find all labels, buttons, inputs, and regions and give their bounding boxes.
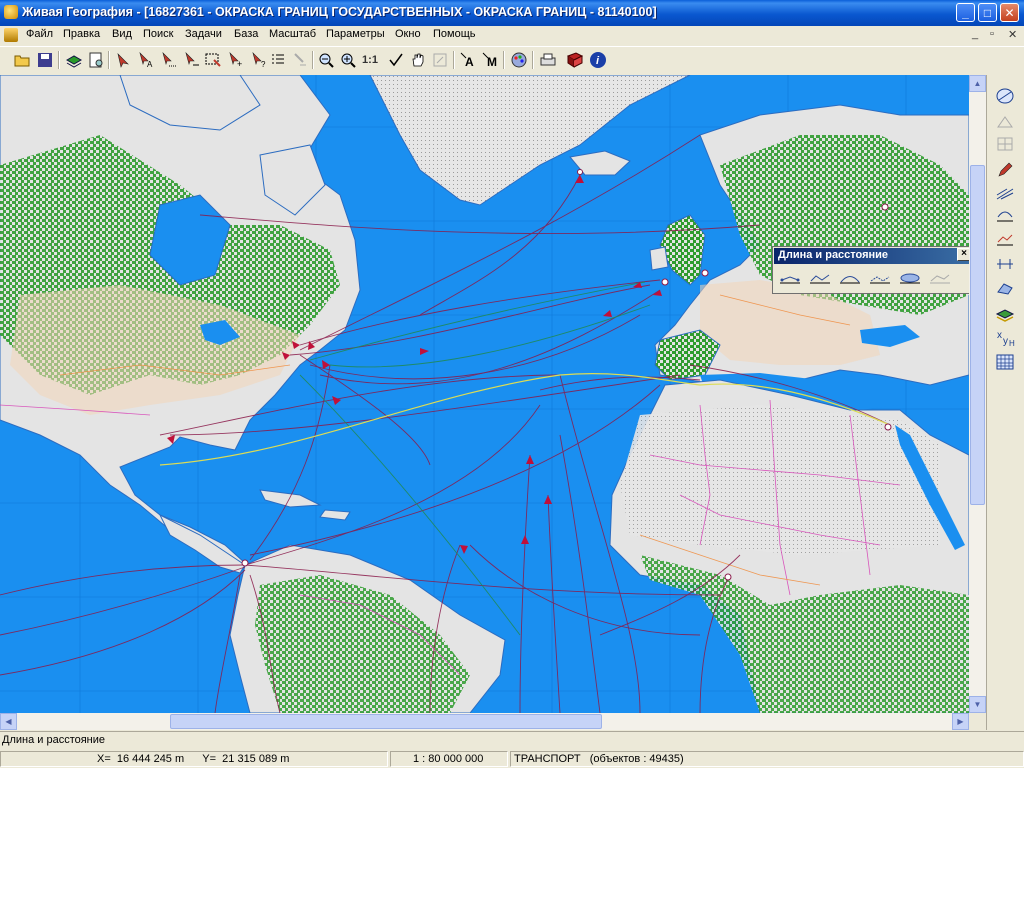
scroll-up-icon[interactable]: ▲ [969, 75, 986, 92]
mdi-minimize-button[interactable]: _ [972, 28, 978, 40]
close-button[interactable]: ✕ [1000, 3, 1019, 22]
vertical-scrollbar[interactable]: ▲ ▼ [969, 75, 986, 713]
maximize-button[interactable]: □ [978, 3, 997, 22]
mdi-restore-button[interactable]: ▫ [990, 28, 994, 40]
measure-arc-icon[interactable] [837, 269, 863, 289]
hint-status-bar: Длина и расстояние [0, 731, 1024, 749]
add-point-icon[interactable]: + [226, 50, 246, 70]
svg-text:H: H [1009, 339, 1015, 348]
title-bar[interactable]: Живая География - [16827361 - ОКРАСКА ГР… [0, 0, 1024, 26]
scroll-left-icon[interactable]: ◀ [0, 713, 17, 730]
check-icon[interactable] [386, 50, 406, 70]
mdi-close-button[interactable]: ✕ [1008, 28, 1017, 41]
toolbar: A + ? 1:1 A M i [0, 46, 1024, 76]
menu-search[interactable]: Поиск [143, 28, 173, 40]
disabled-tool-icon [992, 111, 1018, 133]
navigate-icon [430, 50, 450, 70]
measure-area-icon[interactable] [897, 269, 923, 289]
svg-text:A: A [147, 60, 153, 68]
minimize-button[interactable]: _ [956, 3, 975, 22]
book-icon[interactable] [565, 50, 585, 70]
label-text-tool-icon[interactable]: A [459, 50, 479, 70]
draw-curve-icon[interactable] [992, 205, 1018, 227]
actual-scale-button[interactable]: 1:1 [360, 50, 380, 70]
info-status-bar: X= 16 444 245 m Y= 21 315 089 m 1 : 80 0… [0, 750, 1024, 768]
select-rectangle-icon[interactable] [203, 50, 223, 70]
measure-perimeter-icon [927, 269, 953, 289]
document-icon[interactable] [4, 28, 18, 42]
table-grid-icon[interactable] [992, 351, 1018, 373]
measure-route-icon[interactable] [867, 269, 893, 289]
app-icon[interactable] [4, 5, 18, 19]
svg-text:x: x [997, 330, 1002, 341]
draw-pencil-icon[interactable] [992, 159, 1018, 181]
hint-text: Длина и расстояние [2, 734, 106, 746]
window-title: Живая География - [16827361 - ОКРАСКА ГР… [22, 5, 657, 19]
map-graphic[interactable] [0, 75, 969, 713]
horizontal-scroll-thumb[interactable] [170, 714, 602, 729]
menu-file[interactable]: Файл [26, 28, 53, 40]
zoom-out-icon[interactable] [316, 50, 336, 70]
palette-icon[interactable] [509, 50, 529, 70]
scroll-right-icon[interactable]: ▶ [952, 713, 969, 730]
vertical-scroll-thumb[interactable] [970, 165, 985, 505]
print-preview-icon[interactable] [86, 50, 106, 70]
layers-icon[interactable] [64, 50, 84, 70]
horizontal-scrollbar[interactable]: ◀ ▶ [0, 713, 969, 730]
clear-selection-icon [290, 50, 310, 70]
layers-3d-icon[interactable] [992, 303, 1018, 325]
xy-coordinates-icon[interactable]: xyH [992, 327, 1018, 349]
svg-text:M: M [487, 55, 497, 68]
grid-layers-icon [992, 133, 1018, 155]
draw-grid-line-icon[interactable] [992, 253, 1018, 275]
save-icon[interactable] [35, 50, 55, 70]
zoom-in-icon[interactable] [338, 50, 358, 70]
scale-pane: 1 : 80 000 000 [390, 751, 508, 767]
measure-line-icon[interactable] [777, 269, 803, 289]
open-file-icon[interactable] [12, 50, 32, 70]
select-text-icon[interactable]: A [136, 50, 156, 70]
menu-edit[interactable]: Правка [63, 28, 100, 40]
map-canvas[interactable] [0, 75, 969, 713]
query-object-icon[interactable]: ? [249, 50, 269, 70]
distance-palette[interactable]: Длина и расстояние × [772, 246, 974, 294]
label-edit-tool-icon[interactable]: M [481, 50, 501, 70]
menu-scale[interactable]: Масштаб [269, 28, 316, 40]
menu-window[interactable]: Окно [395, 28, 421, 40]
svg-text:A: A [465, 55, 474, 68]
draw-area-icon[interactable] [992, 277, 1018, 299]
svg-text:?: ? [261, 60, 266, 68]
app-window: Живая География - [16827361 - ОКРАСКА ГР… [0, 0, 1024, 768]
draw-hatch-icon[interactable] [992, 183, 1018, 205]
select-object-icon[interactable] [182, 50, 202, 70]
scroll-corner [969, 713, 986, 730]
measure-polyline-icon[interactable] [807, 269, 833, 289]
print-icon[interactable] [538, 50, 558, 70]
menu-settings[interactable]: Параметры [326, 28, 385, 40]
menu-bar: Файл Правка Вид Поиск Задачи База Масшта… [0, 26, 1024, 44]
svg-text:+: + [237, 59, 242, 68]
pan-hand-icon[interactable] [408, 50, 428, 70]
info-icon[interactable]: i [588, 50, 608, 70]
select-pointer-icon[interactable] [113, 50, 133, 70]
svg-text:y: y [1003, 336, 1008, 347]
right-tool-palette: xyH [986, 75, 1024, 730]
menu-database[interactable]: База [234, 28, 258, 40]
list-icon[interactable] [268, 50, 288, 70]
menu-tasks[interactable]: Задачи [185, 28, 222, 40]
coordinates-pane: X= 16 444 245 m Y= 21 315 089 m [0, 751, 388, 767]
scroll-down-icon[interactable]: ▼ [969, 696, 986, 713]
menu-view[interactable]: Вид [112, 28, 132, 40]
layer-pane: ТРАНСПОРТ (объектов : 49435) [510, 751, 1024, 767]
distance-palette-title: Длина и расстояние [778, 249, 889, 261]
draw-polyline-icon[interactable] [992, 229, 1018, 251]
distance-palette-titlebar[interactable]: Длина и расстояние [774, 248, 972, 264]
menu-help[interactable]: Помощь [433, 28, 476, 40]
globe-icon[interactable] [992, 85, 1018, 107]
select-area-icon[interactable] [159, 50, 179, 70]
